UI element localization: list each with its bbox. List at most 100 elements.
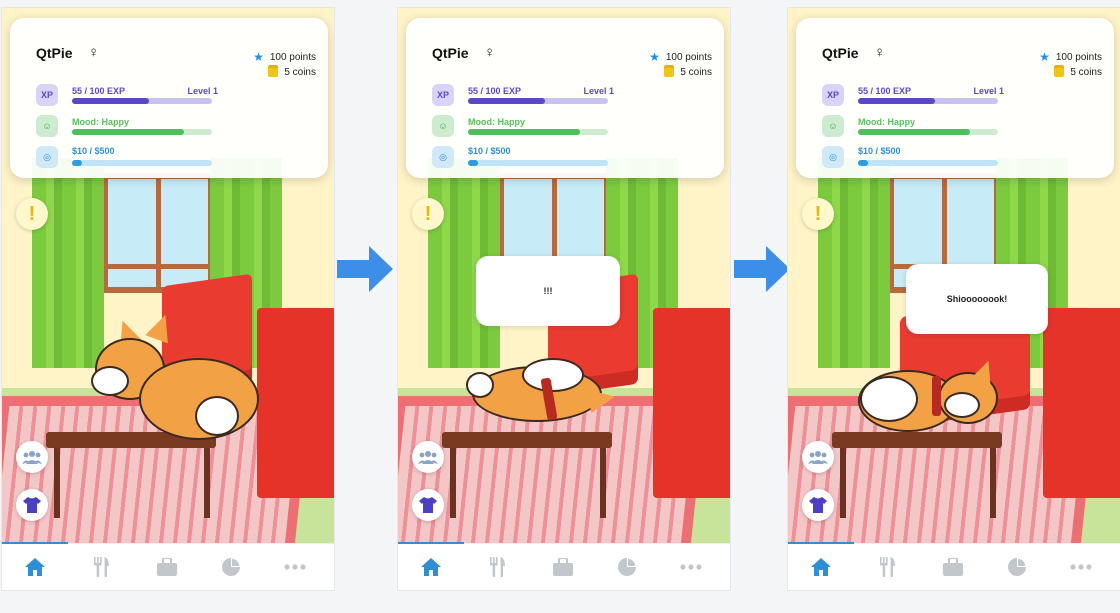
screen-2: QtPie ♀ ★ 100 points 5 coins XP 55 / 100 … [398, 8, 730, 590]
people-icon [808, 451, 828, 464]
mood-label: Mood: Happy [858, 117, 915, 127]
star-icon: ★ [649, 50, 660, 64]
friends-button[interactable] [16, 441, 48, 473]
tab-home[interactable] [23, 556, 47, 578]
tab-shop[interactable] [551, 556, 575, 578]
level-label: Level 1 [187, 86, 218, 96]
pet-name: QtPie [822, 45, 859, 61]
tab-more[interactable] [1069, 556, 1093, 578]
xp-label: 55 / 100 EXP [468, 86, 522, 96]
tab-stats[interactable] [615, 556, 639, 578]
pie-chart-icon [618, 558, 636, 576]
coins-display: 5 coins [268, 67, 316, 78]
red-sofa [653, 308, 730, 498]
smiley-icon: ☺ [36, 115, 58, 137]
screen-3: QtPie ♀ ★ 100 points 5 coins XP 55 / 100 … [788, 8, 1120, 590]
coin-stack-icon [1054, 68, 1065, 77]
mood-label: Mood: Happy [468, 117, 525, 127]
corgi-pet[interactable] [87, 310, 262, 440]
bottom-tab-bar [2, 542, 334, 590]
arrow-right-icon [337, 246, 393, 292]
tab-shop[interactable] [941, 556, 965, 578]
coffee-table [442, 432, 612, 448]
star-icon: ★ [253, 50, 264, 64]
coin-stack-icon [268, 68, 279, 77]
tab-home[interactable] [809, 556, 833, 578]
tab-food[interactable] [875, 556, 899, 578]
bottom-tab-bar [398, 542, 730, 590]
tab-shop[interactable] [155, 556, 179, 578]
window [102, 173, 214, 293]
tab-food[interactable] [485, 556, 509, 578]
speech-bubble: !!! [476, 256, 620, 326]
people-icon [22, 451, 42, 464]
wardrobe-button[interactable] [802, 489, 834, 521]
pet-name: QtPie [432, 45, 469, 61]
points-display: ★ 100 points [1039, 50, 1102, 64]
home-icon [25, 558, 45, 576]
mood-label: Mood: Happy [72, 117, 129, 127]
points-display: ★ 100 points [649, 50, 712, 64]
star-icon: ★ [1039, 50, 1050, 64]
home-icon [421, 558, 441, 576]
money-bar [858, 160, 998, 166]
food-icon [490, 557, 505, 577]
money-bar [468, 160, 608, 166]
alert-button[interactable]: ! [412, 198, 444, 230]
tab-stats[interactable] [219, 556, 243, 578]
xp-badge: XP [36, 84, 58, 106]
speech-bubble: Shioooooook! [906, 264, 1048, 334]
tab-more[interactable] [679, 556, 703, 578]
active-tab-indicator [398, 542, 464, 544]
money-label: $10 / $500 [468, 146, 511, 156]
bag-icon [157, 558, 177, 576]
target-icon: ◎ [432, 146, 454, 168]
wardrobe-button[interactable] [16, 489, 48, 521]
mood-bar [468, 129, 608, 135]
female-icon: ♀ [484, 44, 496, 61]
alert-button[interactable]: ! [802, 198, 834, 230]
mood-bar [72, 129, 212, 135]
level-label: Level 1 [973, 86, 1004, 96]
coins-display: 5 coins [1054, 67, 1102, 78]
more-icon [284, 564, 306, 570]
corgi-pet[interactable] [852, 356, 1012, 436]
smiley-icon: ☺ [822, 115, 844, 137]
tab-stats[interactable] [1005, 556, 1029, 578]
xp-bar [858, 98, 998, 104]
xp-badge: XP [432, 84, 454, 106]
corgi-pet[interactable] [462, 348, 622, 428]
food-icon [880, 557, 895, 577]
bottom-tab-bar [788, 542, 1120, 590]
target-icon: ◎ [36, 146, 58, 168]
curtain-left [818, 158, 890, 368]
level-label: Level 1 [583, 86, 614, 96]
friends-button[interactable] [802, 441, 834, 473]
target-icon: ◎ [822, 146, 844, 168]
home-icon [811, 558, 831, 576]
tab-more[interactable] [283, 556, 307, 578]
coins-display: 5 coins [664, 67, 712, 78]
tab-home[interactable] [419, 556, 443, 578]
red-sofa [1043, 308, 1120, 498]
money-label: $10 / $500 [858, 146, 901, 156]
more-icon [1070, 564, 1092, 570]
wardrobe-button[interactable] [412, 489, 444, 521]
alert-button[interactable]: ! [16, 198, 48, 230]
xp-bar [468, 98, 608, 104]
friends-button[interactable] [412, 441, 444, 473]
shirt-icon [23, 497, 41, 513]
xp-badge: XP [822, 84, 844, 106]
coin-stack-icon [664, 68, 675, 77]
mood-bar [858, 129, 998, 135]
food-icon [94, 557, 109, 577]
active-tab-indicator [2, 542, 68, 544]
active-tab-indicator [788, 542, 854, 544]
pet-stats-card: QtPie ♀ ★ 100 points 5 coins XP 55 / 100 … [796, 18, 1114, 178]
more-icon [680, 564, 702, 570]
female-icon: ♀ [88, 44, 100, 61]
pet-stats-card: QtPie ♀ ★ 100 points 5 coins XP 55 / 100 … [10, 18, 328, 178]
tab-food[interactable] [89, 556, 113, 578]
people-icon [418, 451, 438, 464]
xp-bar [72, 98, 212, 104]
